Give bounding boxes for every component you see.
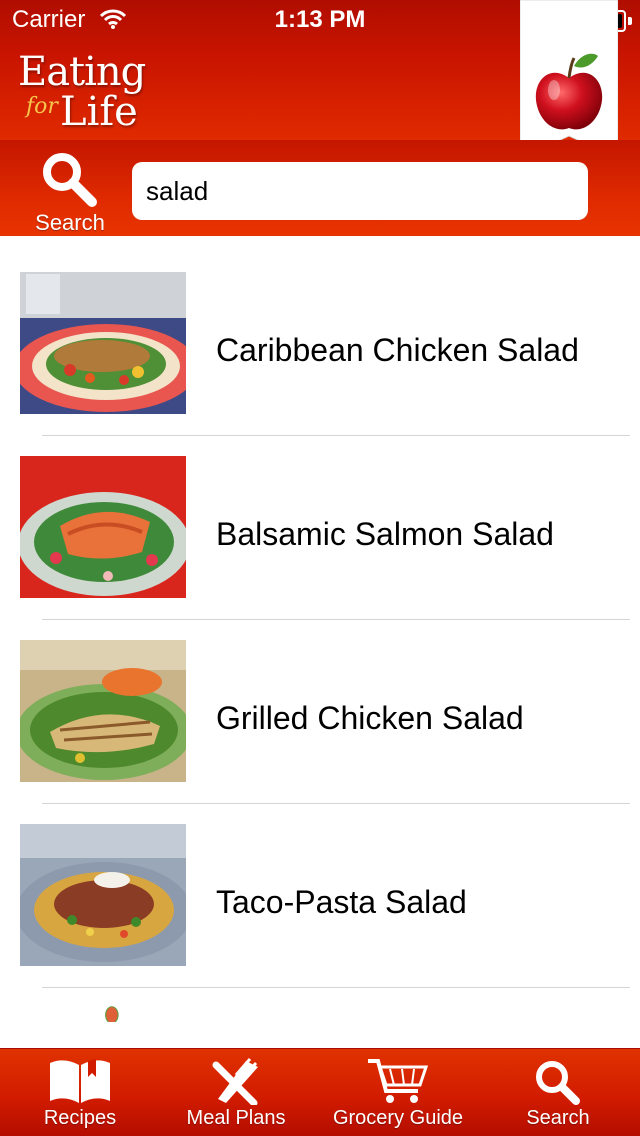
search-bar: Search bbox=[0, 140, 640, 236]
book-icon bbox=[50, 1059, 110, 1103]
recipe-thumbnail bbox=[20, 824, 186, 966]
recipe-title: Caribbean Chicken Salad bbox=[216, 332, 579, 368]
search-button-label: Search bbox=[35, 210, 105, 235]
recipe-thumbnail bbox=[20, 272, 186, 414]
tab-recipes[interactable]: Recipes bbox=[0, 1049, 160, 1136]
recipe-title: Balsamic Salmon Salad bbox=[216, 516, 554, 552]
search-input[interactable] bbox=[132, 162, 588, 220]
tab-search[interactable]: Search bbox=[478, 1049, 638, 1136]
app-logo: Eating for Life bbox=[18, 50, 146, 136]
list-item[interactable]: Grilled Chicken Salad bbox=[0, 604, 640, 788]
list-item[interactable]: Balsamic Salmon Salad bbox=[0, 420, 640, 604]
search-button[interactable]: Search bbox=[30, 148, 110, 235]
list-item[interactable]: Caribbean Chicken Salad bbox=[0, 236, 640, 420]
fork-knife-icon bbox=[212, 1058, 258, 1105]
list-item[interactable] bbox=[0, 972, 640, 1048]
tab-recipes-label: Recipes bbox=[43, 1107, 117, 1129]
magnifier-icon bbox=[43, 153, 97, 207]
recipe-thumbnail-partial bbox=[105, 1006, 119, 1022]
recipe-thumbnail bbox=[20, 640, 186, 782]
tab-bar: Recipes Meal Plans Grocery Guide Search bbox=[0, 1048, 640, 1136]
list-item[interactable]: Taco-Pasta Salad bbox=[0, 788, 640, 972]
tab-grocery-guide-label: Grocery Guide bbox=[332, 1107, 464, 1129]
tab-grocery-guide[interactable]: Grocery Guide bbox=[318, 1049, 478, 1136]
battery-tip bbox=[628, 17, 632, 25]
apple-ribbon-icon bbox=[520, 0, 618, 158]
recipe-thumbnail bbox=[20, 456, 186, 598]
logo-text-life: Life bbox=[60, 89, 138, 135]
results-list: Caribbean Chicken Salad Balsamic Salmon … bbox=[0, 236, 640, 1048]
logo-text-for: for bbox=[26, 94, 58, 119]
logo-text-eating: Eating bbox=[18, 49, 146, 95]
search-icon bbox=[536, 1061, 580, 1105]
tab-meal-plans-label: Meal Plans bbox=[186, 1107, 286, 1129]
tab-meal-plans[interactable]: Meal Plans bbox=[156, 1049, 316, 1136]
recipe-title: Taco-Pasta Salad bbox=[216, 884, 467, 920]
tab-search-label: Search bbox=[526, 1107, 590, 1129]
recipe-title: Grilled Chicken Salad bbox=[216, 700, 524, 736]
cart-icon bbox=[368, 1059, 429, 1103]
